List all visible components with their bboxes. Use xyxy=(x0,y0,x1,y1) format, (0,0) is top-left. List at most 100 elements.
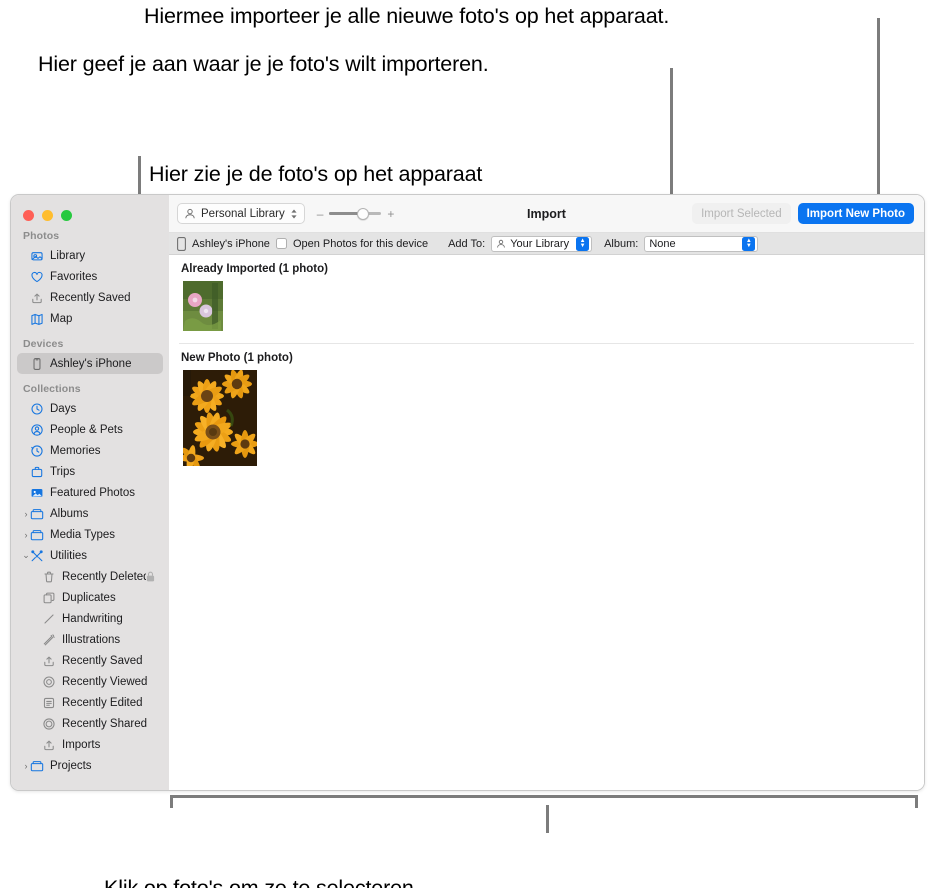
callout-import-destination: Hier geef je aan waar je je foto's wilt … xyxy=(38,52,489,76)
heart-icon xyxy=(29,269,44,284)
maximize-button[interactable] xyxy=(61,210,72,221)
sidebar-item-label: Trips xyxy=(50,465,76,478)
zoom-slider-knob[interactable] xyxy=(357,207,370,220)
chevron-right-icon[interactable]: › xyxy=(21,509,31,519)
open-photos-checkbox[interactable] xyxy=(275,238,287,249)
sidebar-item-label: Projects xyxy=(50,759,92,772)
photo-icon xyxy=(29,485,44,500)
close-button[interactable] xyxy=(23,210,34,221)
person-icon xyxy=(29,422,44,437)
callout-select-photos: Klik op foto's om ze te selecteren of de… xyxy=(104,818,414,888)
sidebar-item-label: Albums xyxy=(50,507,89,520)
zoom-slider-group[interactable]: – + xyxy=(317,207,395,221)
add-to-label: Add To: xyxy=(448,237,486,250)
album-popup[interactable]: None ▲ ▼ xyxy=(644,235,759,252)
chevron-right-icon[interactable]: › xyxy=(21,530,31,540)
sidebar-item-handwriting[interactable]: Handwriting xyxy=(17,608,163,629)
add-to-stepper-icon[interactable]: ▲ ▼ xyxy=(576,236,590,251)
device-name-label: Ashley's iPhone xyxy=(192,237,270,250)
sidebar-item-albums[interactable]: › Albums xyxy=(17,503,163,524)
sidebar-item-memories[interactable]: Memories xyxy=(17,440,163,461)
import-selected-button[interactable]: Import Selected xyxy=(692,203,791,224)
sidebar-item-people-pets[interactable]: People & Pets xyxy=(17,419,163,440)
sidebar-item-label: Featured Photos xyxy=(50,486,136,499)
orange-sunflowers-thumbnail[interactable] xyxy=(183,370,257,466)
iphone-icon xyxy=(177,236,186,251)
recently-saved-icon xyxy=(29,290,44,305)
sidebar-item-label: Imports xyxy=(62,738,101,751)
viewed-icon xyxy=(41,674,56,689)
bracket-bottom-horizontal xyxy=(170,795,918,798)
sidebar-item-recently-edited[interactable]: Recently Edited xyxy=(17,692,163,713)
sidebar-item-label: Library xyxy=(50,249,86,262)
sidebar-item-label: Days xyxy=(50,402,77,415)
sidebar-item-label: Map xyxy=(50,312,73,325)
section-heading: New Photo (1 photo) xyxy=(181,352,293,364)
person-icon xyxy=(184,208,196,220)
chevron-down-icon[interactable]: ⌄ xyxy=(21,550,31,561)
recently-saved-icon xyxy=(41,653,56,668)
import-new-photo-button[interactable]: Import New Photo xyxy=(797,203,914,224)
lock-icon xyxy=(146,571,155,582)
sidebar-item-illustrations[interactable]: Illustrations xyxy=(17,629,163,650)
sidebar-item-recently-saved[interactable]: Recently Saved xyxy=(17,287,163,308)
zoom-slider[interactable] xyxy=(329,207,382,221)
screenshot-root: Hiermee importeer je alle nieuwe foto's … xyxy=(0,0,936,888)
toolbar-actions: Import Selected Import New Photo xyxy=(692,203,914,224)
duplicates-icon xyxy=(41,590,56,605)
sidebar-item-label: Handwriting xyxy=(62,612,123,625)
sidebar-item-label: Media Types xyxy=(50,528,115,541)
shared-icon xyxy=(41,716,56,731)
sidebar-item-days[interactable]: Days xyxy=(17,398,163,419)
sidebar-item-ashley-s-iphone[interactable]: Ashley's iPhone xyxy=(17,353,163,374)
album-stepper-icon[interactable]: ▲ ▼ xyxy=(742,236,756,251)
sidebar-item-featured-photos[interactable]: Featured Photos xyxy=(17,482,163,503)
sidebar-item-map[interactable]: Map xyxy=(17,308,163,329)
main-pane: Personal Library – + Import Import Selec… xyxy=(169,195,924,790)
chevron-right-icon[interactable]: › xyxy=(21,761,31,771)
sidebar-item-duplicates[interactable]: Duplicates xyxy=(17,587,163,608)
pink-flowers-thumbnail[interactable] xyxy=(183,281,223,331)
import-content: Already Imported (1 photo) New Photo (1 … xyxy=(169,255,924,790)
device-subbar: Ashley's iPhone Open Photos for this dev… xyxy=(169,233,924,255)
memories-icon xyxy=(29,443,44,458)
sidebar-item-media-types[interactable]: › Media Types xyxy=(17,524,163,545)
map-icon xyxy=(29,311,44,326)
folder-icon xyxy=(29,506,44,521)
sidebar-item-recently-deleted[interactable]: Recently Deleted xyxy=(17,566,163,587)
section-photo-grid xyxy=(169,281,924,339)
sidebar-item-label: Utilities xyxy=(50,549,88,562)
sidebar-item-projects[interactable]: › Projects xyxy=(17,755,163,776)
utilities-icon xyxy=(29,548,44,563)
sidebar-item-recently-saved[interactable]: Recently Saved xyxy=(17,650,163,671)
sidebar-item-favorites[interactable]: Favorites xyxy=(17,266,163,287)
zoom-in-label[interactable]: + xyxy=(387,207,394,221)
sidebar-item-trips[interactable]: Trips xyxy=(17,461,163,482)
minimize-button[interactable] xyxy=(42,210,53,221)
illustrations-icon xyxy=(41,632,56,647)
sidebar-item-recently-shared[interactable]: Recently Shared xyxy=(17,713,163,734)
chevron-updown-icon xyxy=(290,208,298,220)
sidebar-item-label: Recently Saved xyxy=(50,291,131,304)
add-to-value: Your Library xyxy=(510,237,570,250)
sidebar-item-label: Favorites xyxy=(50,270,98,283)
sidebar-item-utilities[interactable]: ⌄ Utilities xyxy=(17,545,163,566)
sidebar-item-library[interactable]: Library xyxy=(17,245,163,266)
person-icon xyxy=(496,239,506,249)
zoom-out-label[interactable]: – xyxy=(317,207,324,221)
album-label: Album: xyxy=(604,237,639,250)
sidebar-item-label: Ashley's iPhone xyxy=(50,357,132,370)
sidebar-item-label: Recently Edited xyxy=(62,696,143,709)
sidebar-group-title: Photos xyxy=(23,230,60,242)
album-value: None xyxy=(649,237,676,250)
library-popup-button[interactable]: Personal Library xyxy=(177,203,305,224)
bracket-bottom-left-tick xyxy=(170,795,173,808)
bracket-bottom-right-tick xyxy=(915,795,918,808)
sidebar-item-label: Illustrations xyxy=(62,633,121,646)
sidebar-item-imports[interactable]: Imports xyxy=(17,734,163,755)
callout-already-imported-line1: Hier zie je de foto's op het apparaat xyxy=(149,162,483,186)
clock-icon xyxy=(29,401,44,416)
callout-import-new-photo: Hiermee importeer je alle nieuwe foto's … xyxy=(144,4,670,28)
add-to-popup[interactable]: Your Library ▲ ▼ xyxy=(491,235,593,252)
sidebar-item-recently-viewed[interactable]: Recently Viewed xyxy=(17,671,163,692)
